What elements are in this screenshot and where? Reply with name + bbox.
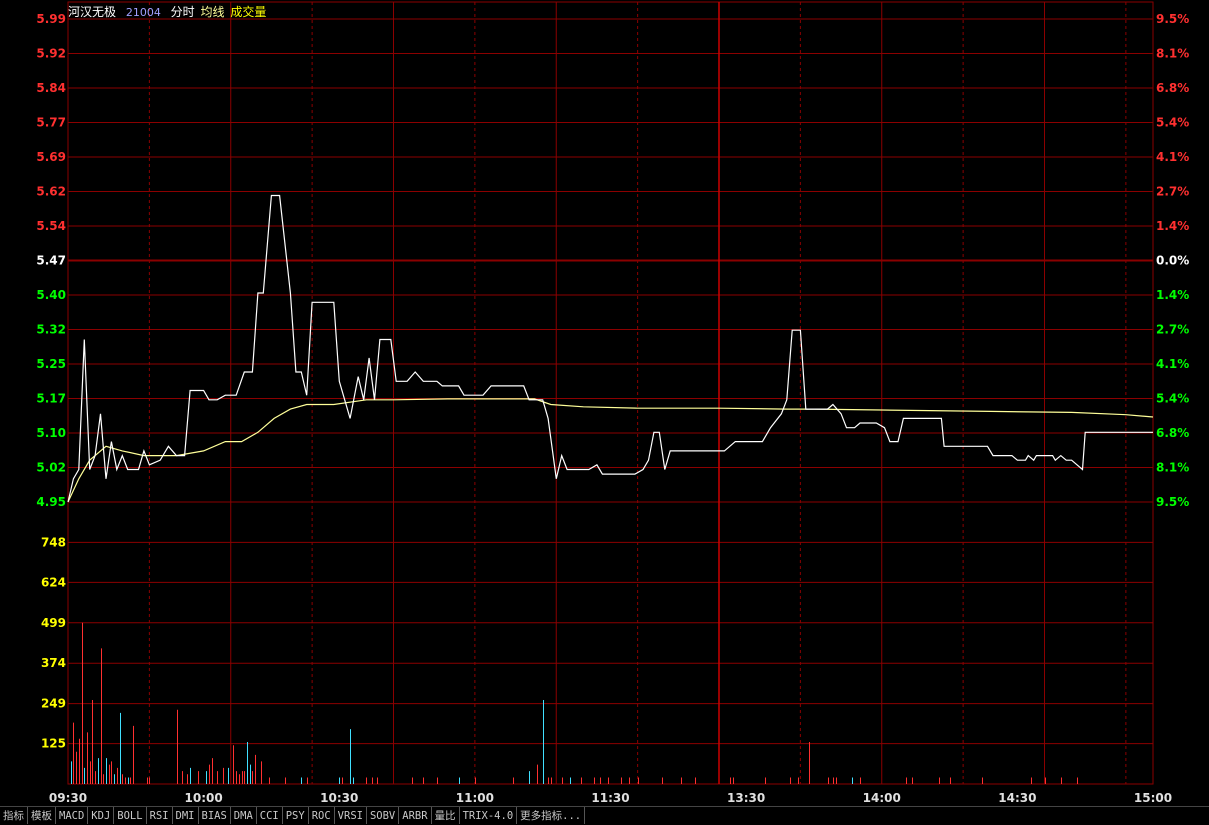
price-tick-label: 4.95: [36, 495, 66, 509]
indicator-tab[interactable]: BOLL: [114, 807, 147, 824]
indicator-tab[interactable]: TRIX-4.0: [460, 807, 518, 824]
time-tick-label: 11:30: [591, 791, 629, 805]
price-tick-label: 5.69: [36, 150, 66, 164]
pct-tick-label: 2.7%: [1156, 323, 1189, 337]
indicator-tab[interactable]: MACD: [56, 807, 89, 824]
label-volume: 成交量: [230, 5, 267, 19]
intraday-chart[interactable]: 5.99 9.5% 5.92 8.1% 5.84 6.8% 5.77 5.4% 5.69 4.1%…: [0, 0, 1209, 806]
pct-tick-label: 9.5%: [1156, 12, 1189, 26]
time-tick-label: 09:30: [49, 791, 87, 805]
price-tick-label: 5.17: [36, 392, 66, 406]
stock-code: 21004: [125, 6, 161, 19]
price-tick-label: 5.32: [36, 323, 66, 337]
indicator-tab[interactable]: ROC: [309, 807, 335, 824]
time-tick-label: 10:00: [185, 791, 223, 805]
indicator-tab[interactable]: 量比: [432, 807, 460, 824]
volume-tick-label: 499: [41, 616, 66, 630]
indicator-tab[interactable]: PSY: [283, 807, 309, 824]
indicator-tab[interactable]: VRSI: [335, 807, 367, 824]
pct-tick-label: 5.4%: [1156, 116, 1189, 130]
time-tick-label: 15:00: [1134, 791, 1172, 805]
volume-tick-label: 125: [41, 737, 66, 751]
indicator-tab[interactable]: 更多指标...: [517, 807, 586, 824]
pct-tick-label: 8.1%: [1156, 461, 1189, 475]
pct-tick-label: 4.1%: [1156, 357, 1189, 371]
pct-tick-label: 5.4%: [1156, 392, 1189, 406]
pct-tick-label: 0.0%: [1156, 254, 1189, 268]
indicator-tab-bar: 指标 模板 MACD KDJ BOLL RSI DMI BIAS DMA CCI PSY ROC VRS…: [0, 806, 1209, 825]
price-tick-label: 5.40: [36, 288, 66, 302]
pct-tick-label: 4.1%: [1156, 150, 1189, 164]
indicator-tab[interactable]: SOBV: [367, 807, 400, 824]
indicator-tab[interactable]: KDJ: [88, 807, 115, 824]
indicator-tab[interactable]: 指标: [0, 807, 28, 824]
time-tick-label: 11:00: [456, 791, 494, 805]
label-intraday: 分时: [170, 5, 195, 19]
volume-tick-label: 374: [41, 656, 66, 670]
pct-tick-label: 2.7%: [1156, 185, 1189, 199]
indicator-tab[interactable]: RSI: [147, 807, 173, 824]
price-tick-label: 5.54: [36, 219, 66, 233]
price-tick-label: 5.92: [36, 47, 66, 61]
price-tick-label: 5.99: [36, 12, 66, 26]
pct-tick-label: 1.4%: [1156, 288, 1189, 302]
price-tick-label: 5.84: [36, 81, 66, 95]
stock-name: 河汉无极: [68, 5, 117, 19]
indicator-tab[interactable]: ARBR: [399, 807, 432, 824]
chart-header: 河汉无极 21004 分时 均线 成交量: [68, 3, 272, 20]
price-tick-label: 5.47: [36, 254, 66, 268]
time-tick-label: 14:30: [998, 791, 1036, 805]
volume-tick-label: 748: [41, 535, 66, 549]
volume-tick-label: 624: [41, 575, 66, 589]
indicator-tab[interactable]: DMI: [173, 807, 199, 824]
indicator-tab[interactable]: DMA: [231, 807, 257, 824]
time-tick-label: 13:30: [727, 791, 765, 805]
indicator-tab[interactable]: 模板: [28, 807, 56, 824]
indicator-tab[interactable]: BIAS: [199, 807, 231, 824]
time-tick-label: 14:00: [863, 791, 901, 805]
time-tick-label: 10:30: [320, 791, 358, 805]
volume-tick-label: 249: [41, 697, 66, 711]
indicator-tab[interactable]: CCI: [257, 807, 283, 824]
price-tick-label: 5.02: [36, 461, 66, 475]
pct-tick-label: 6.8%: [1156, 426, 1189, 440]
label-avg-line: 均线: [200, 5, 225, 19]
pct-tick-label: 8.1%: [1156, 47, 1189, 61]
pct-tick-label: 6.8%: [1156, 81, 1189, 95]
price-tick-label: 5.10: [36, 426, 66, 440]
price-tick-label: 5.62: [36, 185, 66, 199]
price-tick-label: 5.77: [36, 116, 66, 130]
pct-tick-label: 9.5%: [1156, 495, 1189, 509]
price-tick-label: 5.25: [36, 357, 66, 371]
pct-tick-label: 1.4%: [1156, 219, 1189, 233]
